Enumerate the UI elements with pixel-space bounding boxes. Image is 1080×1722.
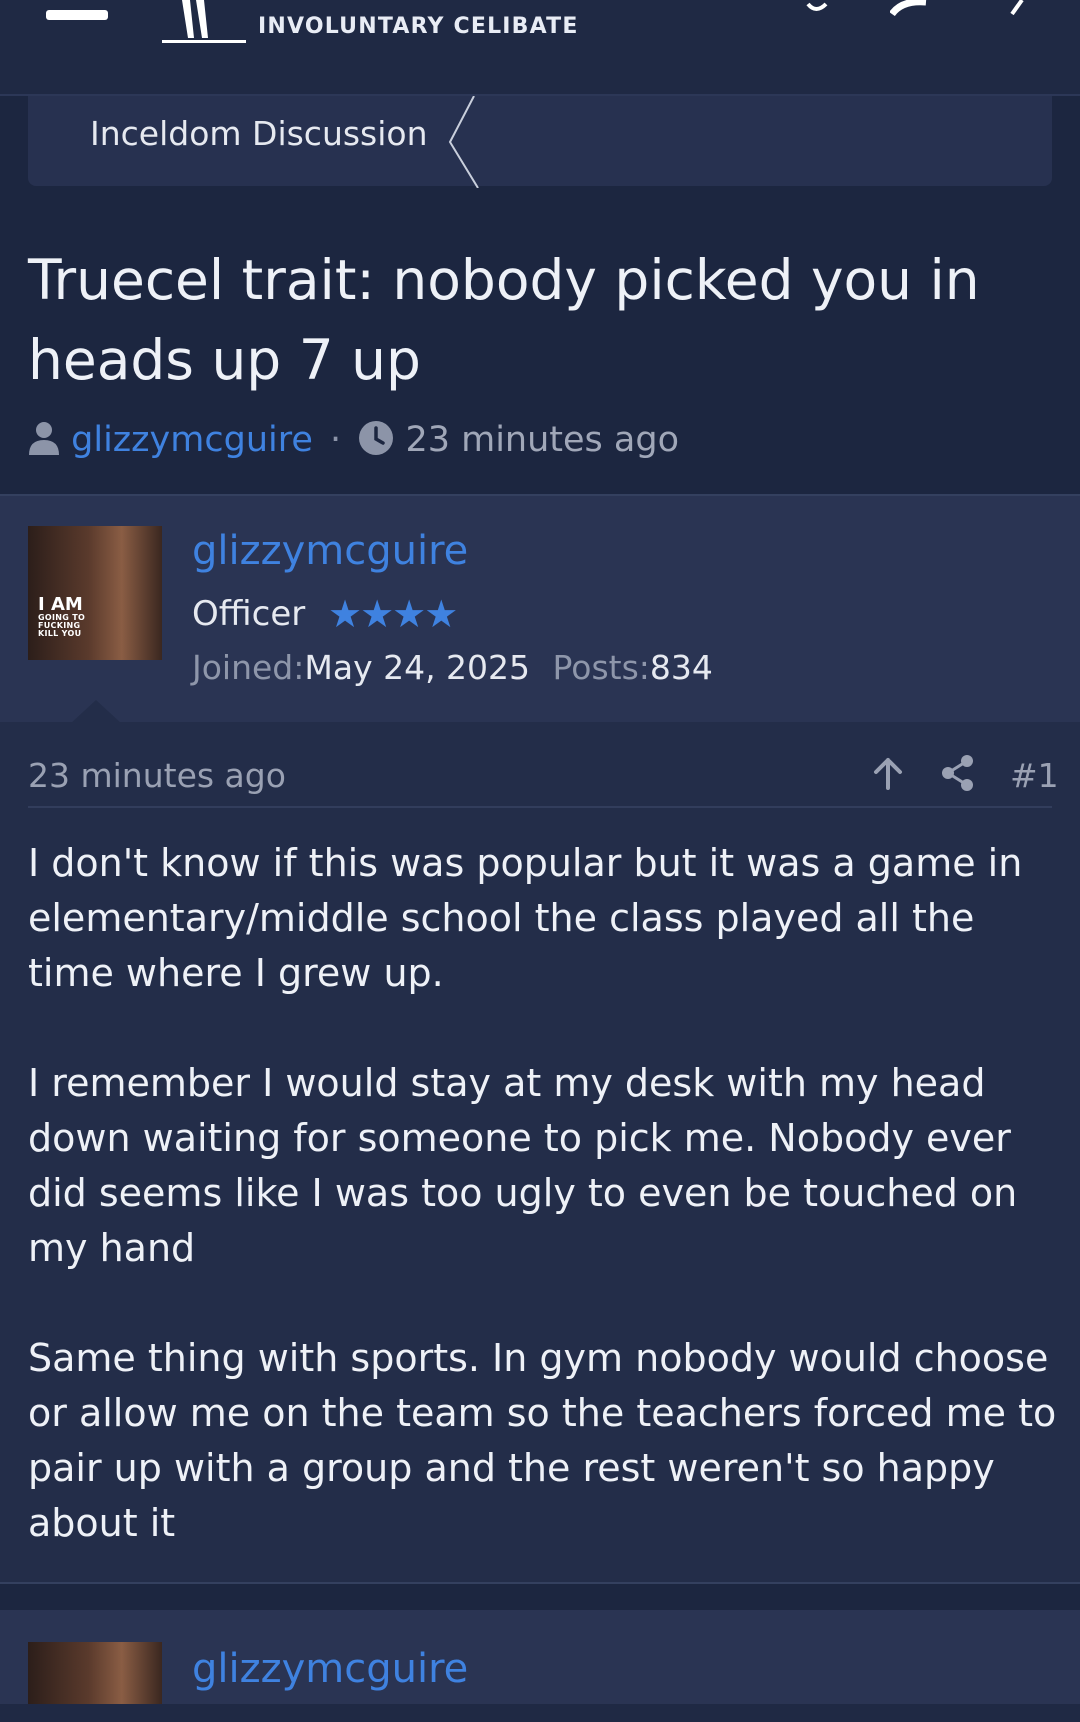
posts-label: Posts: xyxy=(552,648,650,687)
site-logo-figure[interactable] xyxy=(160,0,246,44)
user-icon xyxy=(29,422,59,455)
avatar-caption: I AM GOING TO FUCKING KILL YOU xyxy=(38,594,86,638)
post-permalink-number[interactable]: #1 xyxy=(1010,756,1059,795)
top-navigation-bar: INVOLUNTARY CELIBATE xyxy=(0,0,1080,96)
breadcrumb-item-inceldom-discussion[interactable]: Inceldom Discussion xyxy=(90,114,428,153)
arrow-up-icon[interactable] xyxy=(870,754,906,792)
joined-label: Joined: xyxy=(192,648,305,687)
user-title: Officer xyxy=(192,594,306,634)
post-paragraph: Same thing with sports. In gym nobody wo… xyxy=(28,1336,1057,1545)
logo-underline xyxy=(162,40,246,43)
menu-icon[interactable] xyxy=(46,10,108,20)
post-message: I don't know if this was popular but it … xyxy=(28,836,1058,1606)
avatar[interactable]: I AM GOING TO FUCKING KILL YOU xyxy=(28,526,162,660)
breadcrumb-separator-icon xyxy=(448,96,479,188)
thread-author-link[interactable]: glizzymcguire xyxy=(71,420,313,460)
user-block-pointer xyxy=(70,700,122,724)
post-user-block xyxy=(0,496,1080,722)
alerts-icon[interactable] xyxy=(1008,0,1028,16)
posts-value: 834 xyxy=(649,648,713,687)
page-title: Truecel trait: nobody picked you in head… xyxy=(28,248,980,392)
rank-stars: ★★★★ xyxy=(328,592,458,636)
share-icon[interactable] xyxy=(940,754,976,792)
next-post-username[interactable]: glizzymcguire xyxy=(192,1646,468,1692)
bottom-bar xyxy=(0,1704,1080,1722)
post-time[interactable]: 23 minutes ago xyxy=(28,756,286,795)
post-paragraph: I don't know if this was popular but it … xyxy=(28,841,1023,995)
post-divider xyxy=(28,806,1052,808)
joined-value: May 24, 2025 xyxy=(304,648,531,687)
logo-tagline: INVOLUNTARY CELIBATE xyxy=(258,14,579,39)
post-gap xyxy=(0,1584,1080,1610)
user-account-icon[interactable] xyxy=(890,0,930,16)
thread-meta: glizzymcguire · 23 minutes ago xyxy=(28,420,679,464)
search-icon[interactable] xyxy=(806,0,836,16)
user-stats: Joined:May 24, 2025 Posts:834 xyxy=(192,648,713,687)
post-username[interactable]: glizzymcguire xyxy=(192,528,468,574)
thread-time[interactable]: 23 minutes ago xyxy=(405,420,679,460)
meta-separator: · xyxy=(330,420,342,460)
post-paragraph: I remember I would stay at my desk with … xyxy=(28,1061,1018,1270)
clock-icon xyxy=(359,421,394,455)
